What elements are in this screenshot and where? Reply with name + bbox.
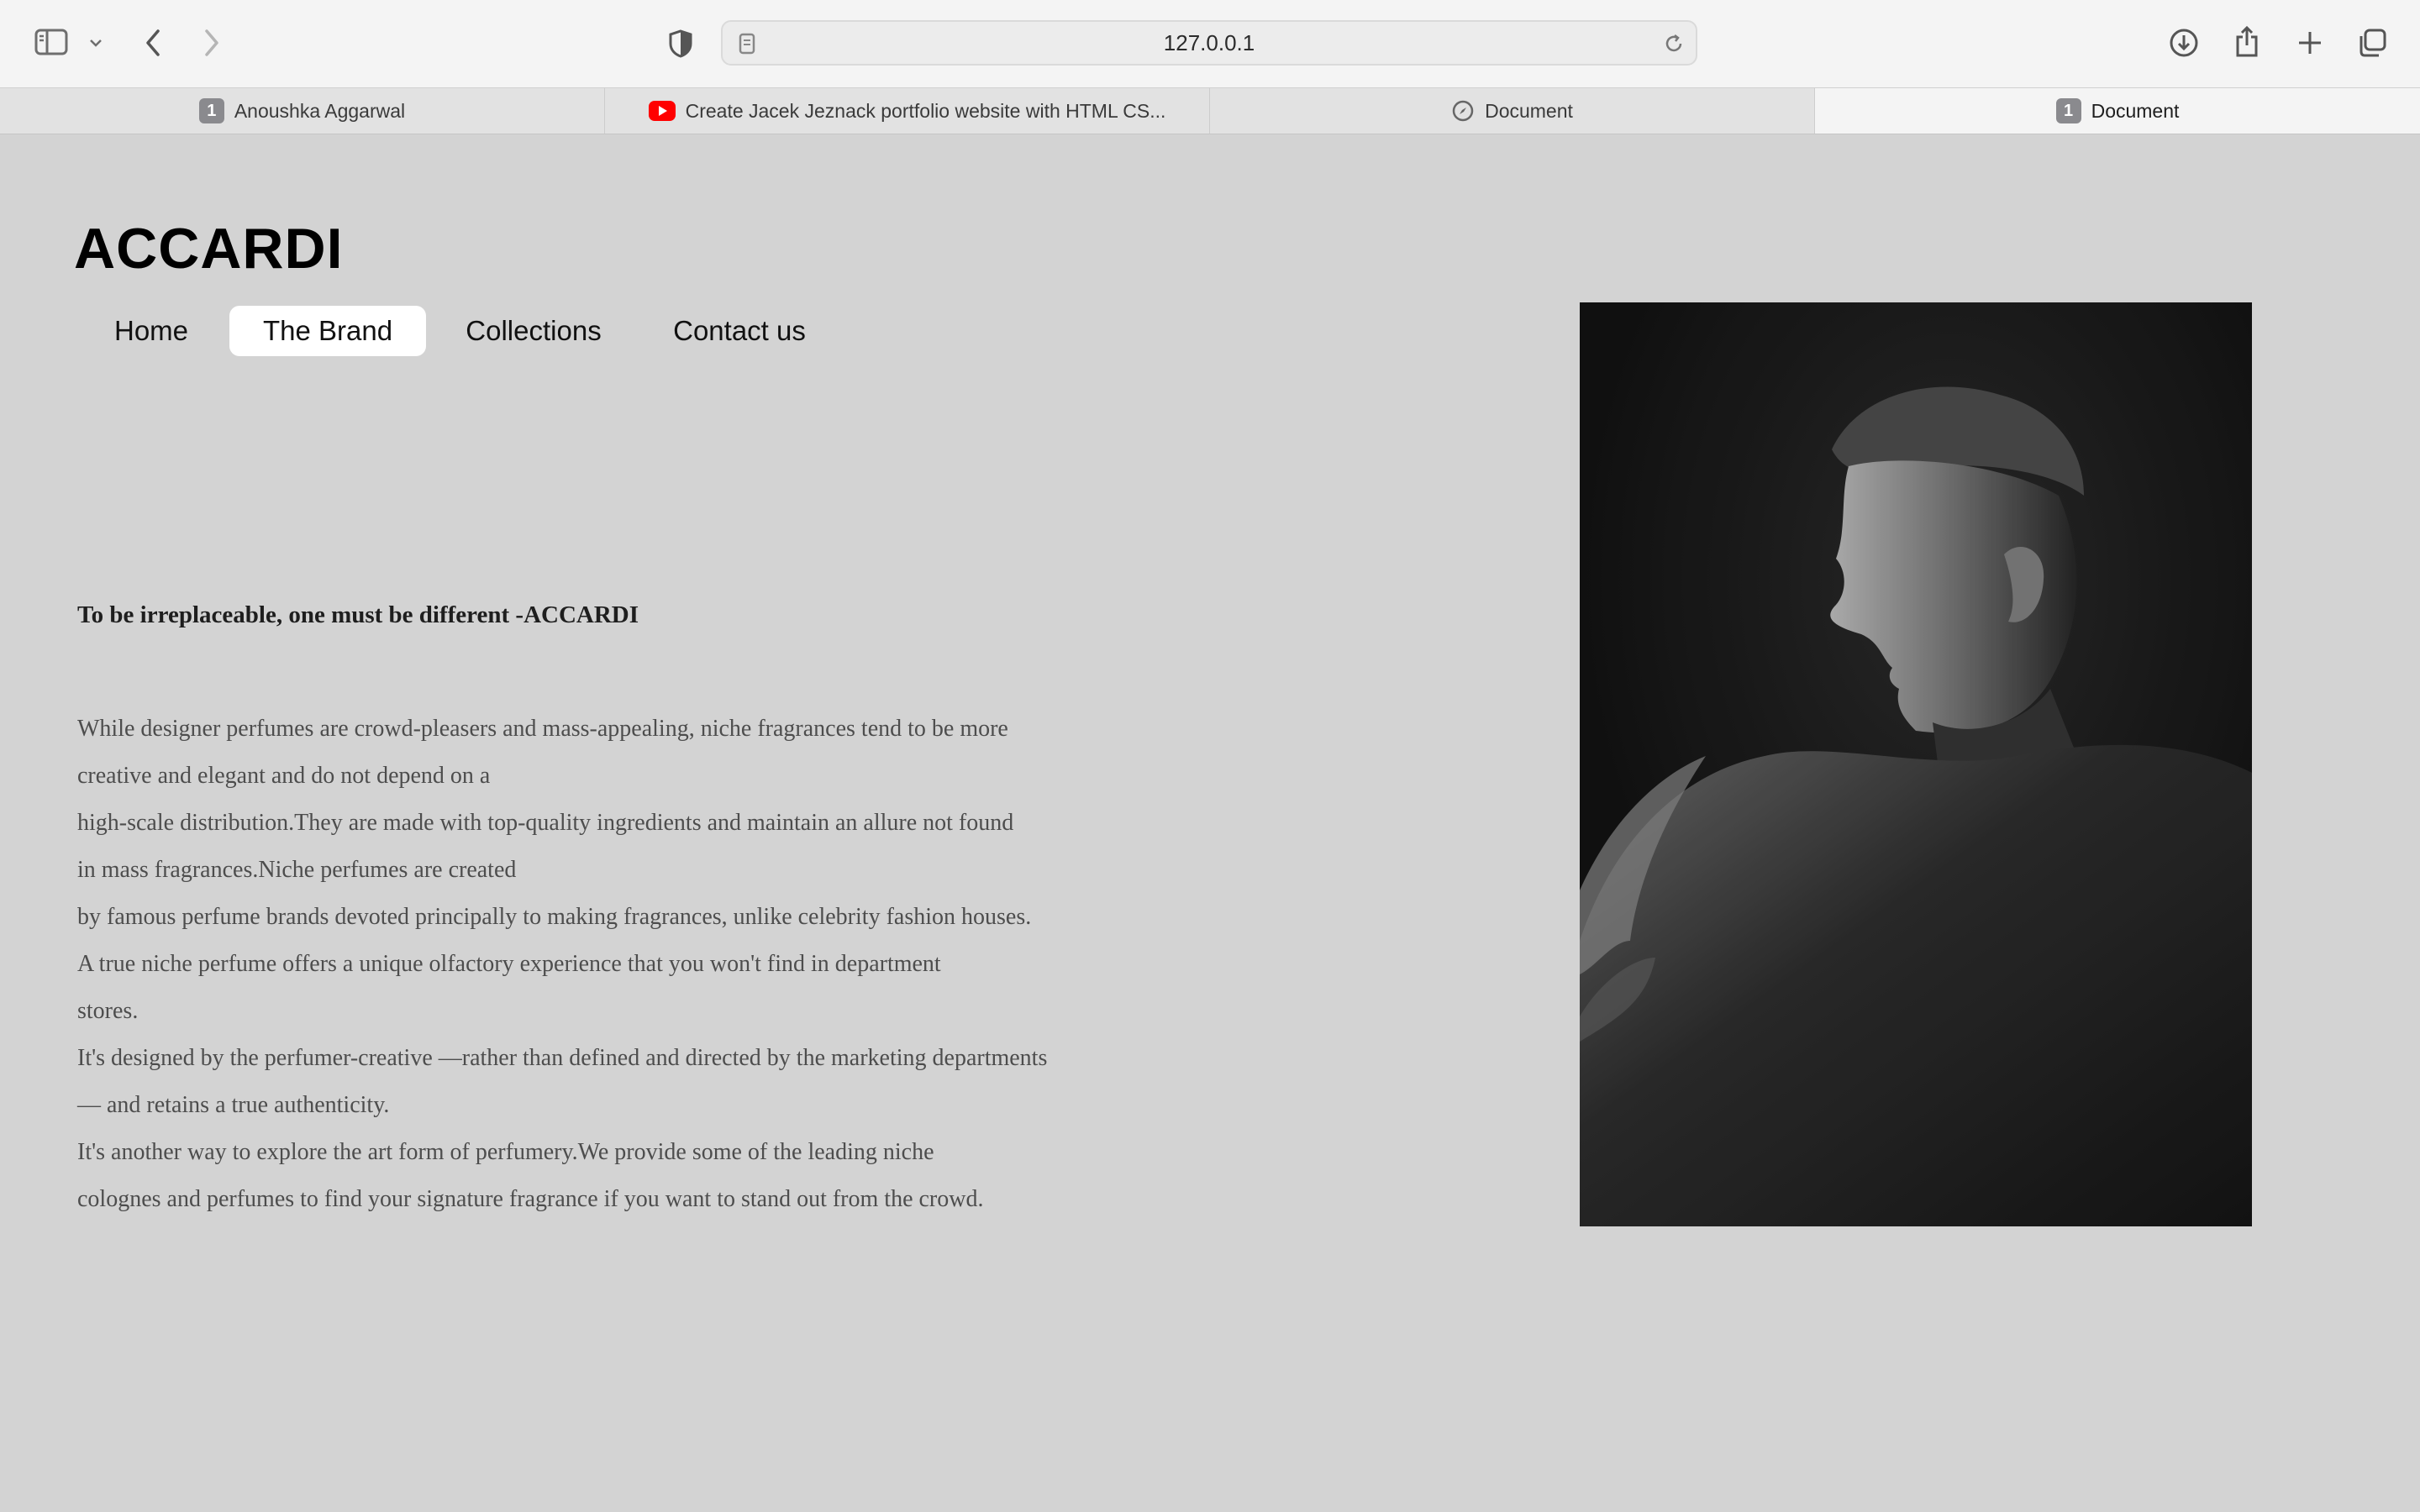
paragraph-line: A true niche perfume offers a unique olf… xyxy=(77,951,941,977)
paragraph-line: stores. xyxy=(77,998,139,1024)
tab-label: Create Jacek Jeznack portfolio website w… xyxy=(685,99,1166,122)
back-icon[interactable] xyxy=(139,25,166,60)
reload-icon[interactable] xyxy=(1660,30,1687,57)
portrait-illustration xyxy=(1580,302,2252,1226)
tab-bar: 1 Anoushka Aggarwal Create Jacek Jeznack… xyxy=(0,87,2420,134)
paragraph-line: creative and elegant and do not depend o… xyxy=(77,763,491,789)
share-icon[interactable] xyxy=(2230,24,2264,60)
nav-collections[interactable]: Collections xyxy=(454,306,613,356)
brand-description: While designer perfumes are crowd-please… xyxy=(77,706,1170,1223)
tab-label: Document xyxy=(1485,99,1573,122)
address-bar[interactable]: 127.0.0.1 xyxy=(721,20,1697,66)
url-text[interactable]: 127.0.0.1 xyxy=(723,22,1696,64)
tab-document[interactable]: Document xyxy=(1210,88,1815,134)
sidebar-icon[interactable] xyxy=(32,25,71,59)
site-logo[interactable]: ACCARDI xyxy=(74,215,344,282)
paragraph-line: — and retains a true authenticity. xyxy=(77,1092,390,1118)
number-badge-icon: 1 xyxy=(198,98,224,123)
forward-icon[interactable] xyxy=(198,25,225,60)
paragraph-line: It's designed by the perfumer-creative —… xyxy=(77,1045,1048,1071)
paragraph-line: in mass fragrances.Niche perfumes are cr… xyxy=(77,857,517,883)
shield-icon[interactable] xyxy=(664,27,697,60)
paragraph-line: by famous perfume brands devoted princip… xyxy=(77,904,1032,930)
tab-youtube-video[interactable]: Create Jacek Jeznack portfolio website w… xyxy=(605,88,1210,134)
tab-label: Document xyxy=(2091,99,2180,122)
nav-the-brand[interactable]: The Brand xyxy=(229,306,426,356)
portrait-photo xyxy=(1580,302,2252,1226)
new-tab-icon[interactable] xyxy=(2292,25,2328,60)
brand-quote: To be irreplaceable, one must be differe… xyxy=(77,601,639,628)
tab-document-active[interactable]: 1 Document xyxy=(1815,88,2420,134)
tab-overview-icon[interactable] xyxy=(2354,25,2390,60)
browser-toolbar: 127.0.0.1 xyxy=(0,0,2420,87)
paragraph-line: high-scale distribution.They are made wi… xyxy=(77,810,1014,836)
paragraph-line: colognes and perfumes to find your signa… xyxy=(77,1186,984,1212)
youtube-icon xyxy=(648,101,676,121)
nav-home[interactable]: Home xyxy=(94,306,208,356)
tab-label: Anoushka Aggarwal xyxy=(234,99,406,122)
nav-contact-us[interactable]: Contact us xyxy=(664,306,815,356)
tab-anoushka-aggarwal[interactable]: 1 Anoushka Aggarwal xyxy=(0,88,605,134)
compass-icon xyxy=(1451,99,1475,123)
paragraph-line: While designer perfumes are crowd-please… xyxy=(77,716,1008,742)
download-icon[interactable] xyxy=(2166,25,2202,60)
number-badge-icon: 1 xyxy=(2055,98,2081,123)
paragraph-line: It's another way to explore the art form… xyxy=(77,1139,934,1165)
chevron-down-icon[interactable] xyxy=(86,30,106,55)
